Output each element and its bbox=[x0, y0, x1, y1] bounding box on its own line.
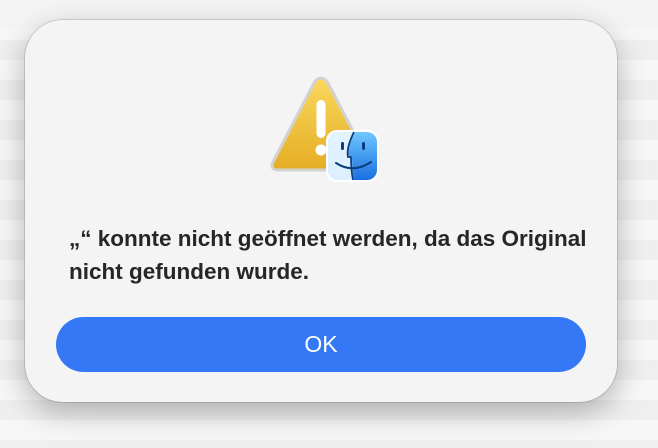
finder-icon bbox=[326, 130, 379, 182]
alert-icon-group bbox=[270, 76, 379, 182]
alert-message: „“ konnte nicht geöffnet werden, da das … bbox=[69, 226, 587, 284]
ok-button[interactable]: OK bbox=[56, 317, 586, 372]
alert-dialog: „“ konnte nicht geöffnet werden, da das … bbox=[25, 20, 617, 402]
